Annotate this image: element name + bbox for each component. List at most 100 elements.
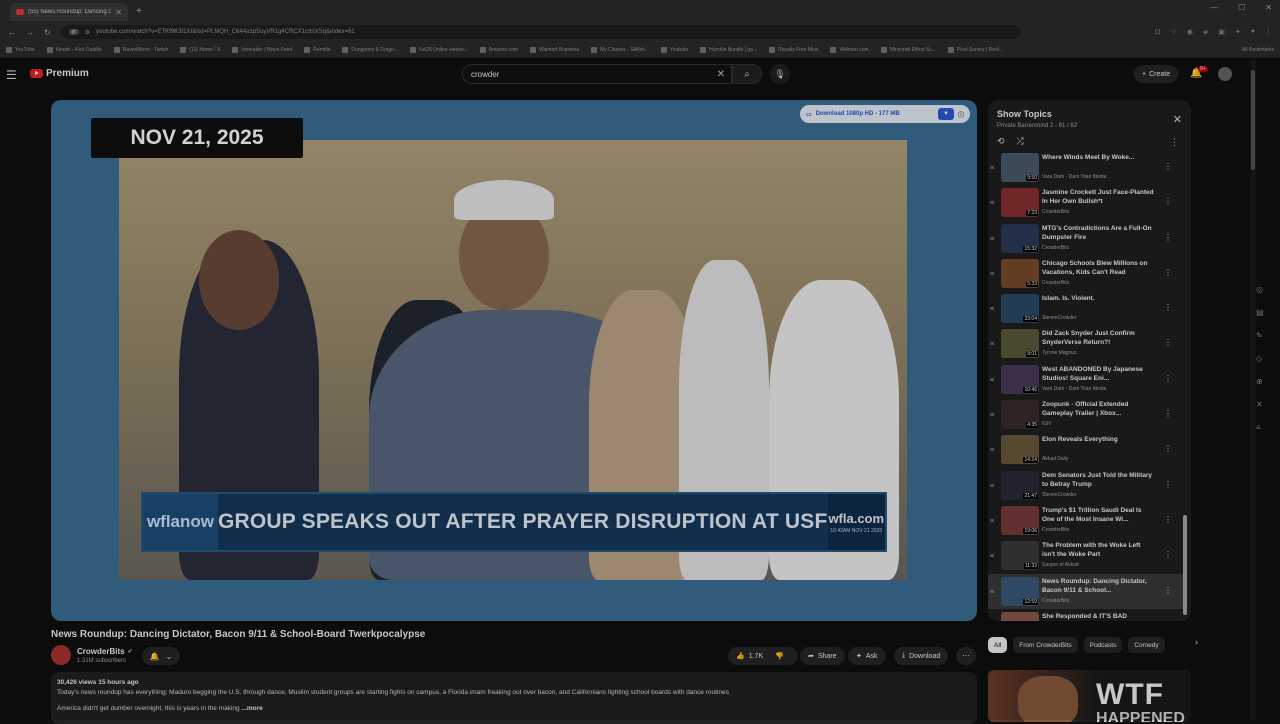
new-tab-icon[interactable]: +: [136, 6, 142, 17]
forward-icon[interactable]: →: [26, 28, 34, 37]
playlist-item[interactable]: ≡15:32MTG's Contradictions Are a Full-On…: [988, 221, 1184, 256]
drag-handle-icon[interactable]: ≡: [990, 200, 998, 207]
video-thumbnail[interactable]: 15:32: [1001, 224, 1039, 253]
playlist-item[interactable]: ≡33:04Islam. Is. Violent.StevenCrowder⋮: [988, 291, 1184, 326]
video-thumbnail[interactable]: 11:33: [1001, 541, 1039, 570]
bookmark-item[interactable]: RavenMoon - Twitch: [114, 47, 168, 53]
minimize-icon[interactable]: —: [1210, 3, 1218, 12]
drag-handle-icon[interactable]: ≡: [990, 553, 998, 560]
playlist-item[interactable]: ≡9:50Where Winds Meet By Woke...Vara Dar…: [988, 150, 1184, 185]
sidebar-icon[interactable]: ▤: [1256, 308, 1264, 317]
video-thumbnail[interactable]: 33:04: [1001, 294, 1039, 323]
item-more-icon[interactable]: ⋮: [1164, 550, 1172, 559]
video-thumbnail[interactable]: 22:00: [1001, 612, 1039, 621]
bookmark-item[interactable]: Royalty Free Musi: [769, 47, 818, 53]
search-input[interactable]: crowder ✕: [462, 64, 732, 84]
playlist-item[interactable]: ≡14:24Elon Reveals EverythingAkkad Daily…: [988, 432, 1184, 467]
drag-handle-icon[interactable]: ≡: [990, 377, 998, 384]
playlist-item[interactable]: ≡8:01Did Zack Snyder Just Confirm Snyder…: [988, 326, 1184, 361]
playlist-item[interactable]: ≡4:35Zoopunk - Official Extended Gamepla…: [988, 397, 1184, 432]
search-button[interactable]: ⌕: [732, 64, 762, 84]
item-more-icon[interactable]: ⋮: [1164, 233, 1172, 242]
chevron-right-icon[interactable]: ›: [1195, 637, 1198, 653]
sidebar-icon[interactable]: ⊕: [1256, 377, 1264, 386]
drag-handle-icon[interactable]: ≡: [990, 271, 998, 278]
filter-chip[interactable]: From CrowderBits: [1013, 637, 1077, 653]
item-more-icon[interactable]: ⋮: [1164, 374, 1172, 383]
filter-chip[interactable]: Podcasts: [1084, 637, 1123, 653]
profile-icon[interactable]: ●: [1251, 28, 1255, 36]
share-button[interactable]: ➦ Share: [800, 647, 845, 665]
thumbs-down-icon[interactable]: 👎: [775, 652, 784, 660]
all-bookmarks-button[interactable]: All Bookmarks: [1242, 47, 1274, 53]
drag-handle-icon[interactable]: ≡: [990, 165, 998, 172]
account-avatar[interactable]: [1218, 67, 1232, 81]
video-thumbnail[interactable]: 7:23: [1001, 188, 1039, 217]
bookmark-item[interactable]: Walmart Business: [530, 47, 579, 53]
item-more-icon[interactable]: ⋮: [1164, 480, 1172, 489]
loop-icon[interactable]: ⟲: [997, 136, 1005, 147]
playlist-item[interactable]: ≡5:33Chicago Schools Blew Millions on Va…: [988, 256, 1184, 291]
playlist-item[interactable]: ≡21:47Dem Senators Just Told the Militar…: [988, 468, 1184, 503]
reload-icon[interactable]: ↻: [44, 28, 51, 37]
puzzle-icon[interactable]: ✦: [1235, 28, 1241, 36]
bookmark-item[interactable]: Kinetic - Kick Daddie: [47, 47, 102, 53]
bookmark-item[interactable]: Pixel Survey | Redi...: [948, 47, 1003, 53]
sidebar-icon[interactable]: ✎: [1256, 331, 1264, 340]
page-scrollbar-thumb[interactable]: [1251, 70, 1255, 170]
sidebar-icon[interactable]: ◇: [1256, 354, 1264, 363]
shuffle-icon[interactable]: ⤮: [1017, 136, 1024, 147]
video-thumbnail[interactable]: 10:46: [1001, 365, 1039, 394]
bookmark-item[interactable]: (13) Home / X: [180, 47, 220, 53]
drag-handle-icon[interactable]: ≡: [990, 589, 998, 596]
bookmark-item[interactable]: Minecraft Effect Sc...: [881, 47, 936, 53]
video-description[interactable]: 30,426 views 15 hours ago Today's news r…: [51, 672, 977, 724]
install-icon[interactable]: ⊡: [1155, 28, 1161, 36]
video-thumbnail[interactable]: 21:47: [1001, 471, 1039, 500]
menu-icon[interactable]: ⋮: [1265, 28, 1272, 36]
sidebar-icon[interactable]: ✕: [1256, 400, 1264, 409]
playlist-item[interactable]: ≡19:06Trump's $1 Trillion Saudi Deal Is …: [988, 503, 1184, 538]
drag-handle-icon[interactable]: ≡: [990, 483, 998, 490]
bookmark-item[interactable]: YouTube: [6, 47, 35, 53]
playlist-item[interactable]: ≡12:59News Roundup: Dancing Dictator, Ba…: [988, 574, 1184, 609]
drag-handle-icon[interactable]: ≡: [990, 447, 998, 454]
bookmark-star-icon[interactable]: ☆: [1170, 28, 1176, 36]
bookmark-item[interactable]: Rumble: [304, 47, 330, 53]
bookmark-item[interactable]: Youtube: [661, 47, 688, 53]
item-more-icon[interactable]: ⋮: [1164, 268, 1172, 277]
bookmark-item[interactable]: Inoreader | News Feed: [232, 47, 292, 53]
recommended-video-thumbnail[interactable]: WTF HAPPENED: [988, 670, 1191, 722]
playlist-item[interactable]: ≡22:00She Responded & IT'S BADAba N Prea…: [988, 609, 1184, 621]
create-button[interactable]: + Create: [1134, 65, 1178, 83]
bookmark-item[interactable]: My Classes - Skillsh...: [591, 47, 649, 53]
video-thumbnail[interactable]: 19:06: [1001, 506, 1039, 535]
thumbs-up-icon[interactable]: 👍: [736, 652, 745, 660]
youtube-logo[interactable]: Premium: [30, 68, 89, 79]
bookmark-item[interactable]: Dungeons & Drago...: [342, 47, 398, 53]
drag-handle-icon[interactable]: ≡: [990, 341, 998, 348]
video-thumbnail[interactable]: 14:24: [1001, 435, 1039, 464]
playlist-title[interactable]: Show Topics: [997, 109, 1052, 119]
playlist-item[interactable]: ≡11:33The Problem with the Woke Left isn…: [988, 538, 1184, 573]
item-more-icon[interactable]: ⋮: [1164, 338, 1172, 347]
channel-name[interactable]: CrowderBits: [77, 647, 125, 656]
hamburger-menu-icon[interactable]: ☰: [6, 68, 17, 82]
item-more-icon[interactable]: ⋮: [1164, 444, 1172, 453]
browser-tab[interactable]: (55) News Roundup: Dancing D ✕: [10, 3, 128, 21]
like-count[interactable]: 1.7K: [749, 653, 763, 660]
back-icon[interactable]: ←: [8, 28, 16, 37]
playlist-more-icon[interactable]: ⋮: [1170, 137, 1179, 148]
download-button[interactable]: ⤓ Download: [894, 647, 948, 665]
item-more-icon[interactable]: ⋮: [1164, 162, 1172, 171]
item-more-icon[interactable]: ⋮: [1164, 303, 1172, 312]
close-window-icon[interactable]: ✕: [1265, 3, 1272, 12]
playlist-scrollbar[interactable]: [1183, 150, 1187, 620]
bookmark-item[interactable]: Walmart.com: [830, 47, 868, 53]
url-field[interactable]: yt ⚙ youtube.com/watch?v=ETKf9K3I1XI&lis…: [61, 25, 1021, 39]
item-more-icon[interactable]: ⋮: [1164, 515, 1172, 524]
filter-chip[interactable]: Comedy: [1128, 637, 1164, 653]
drag-handle-icon[interactable]: ≡: [990, 412, 998, 419]
bookmark-item[interactable]: Kel25 Online webse...: [410, 47, 468, 53]
clear-search-icon[interactable]: ✕: [717, 69, 725, 80]
